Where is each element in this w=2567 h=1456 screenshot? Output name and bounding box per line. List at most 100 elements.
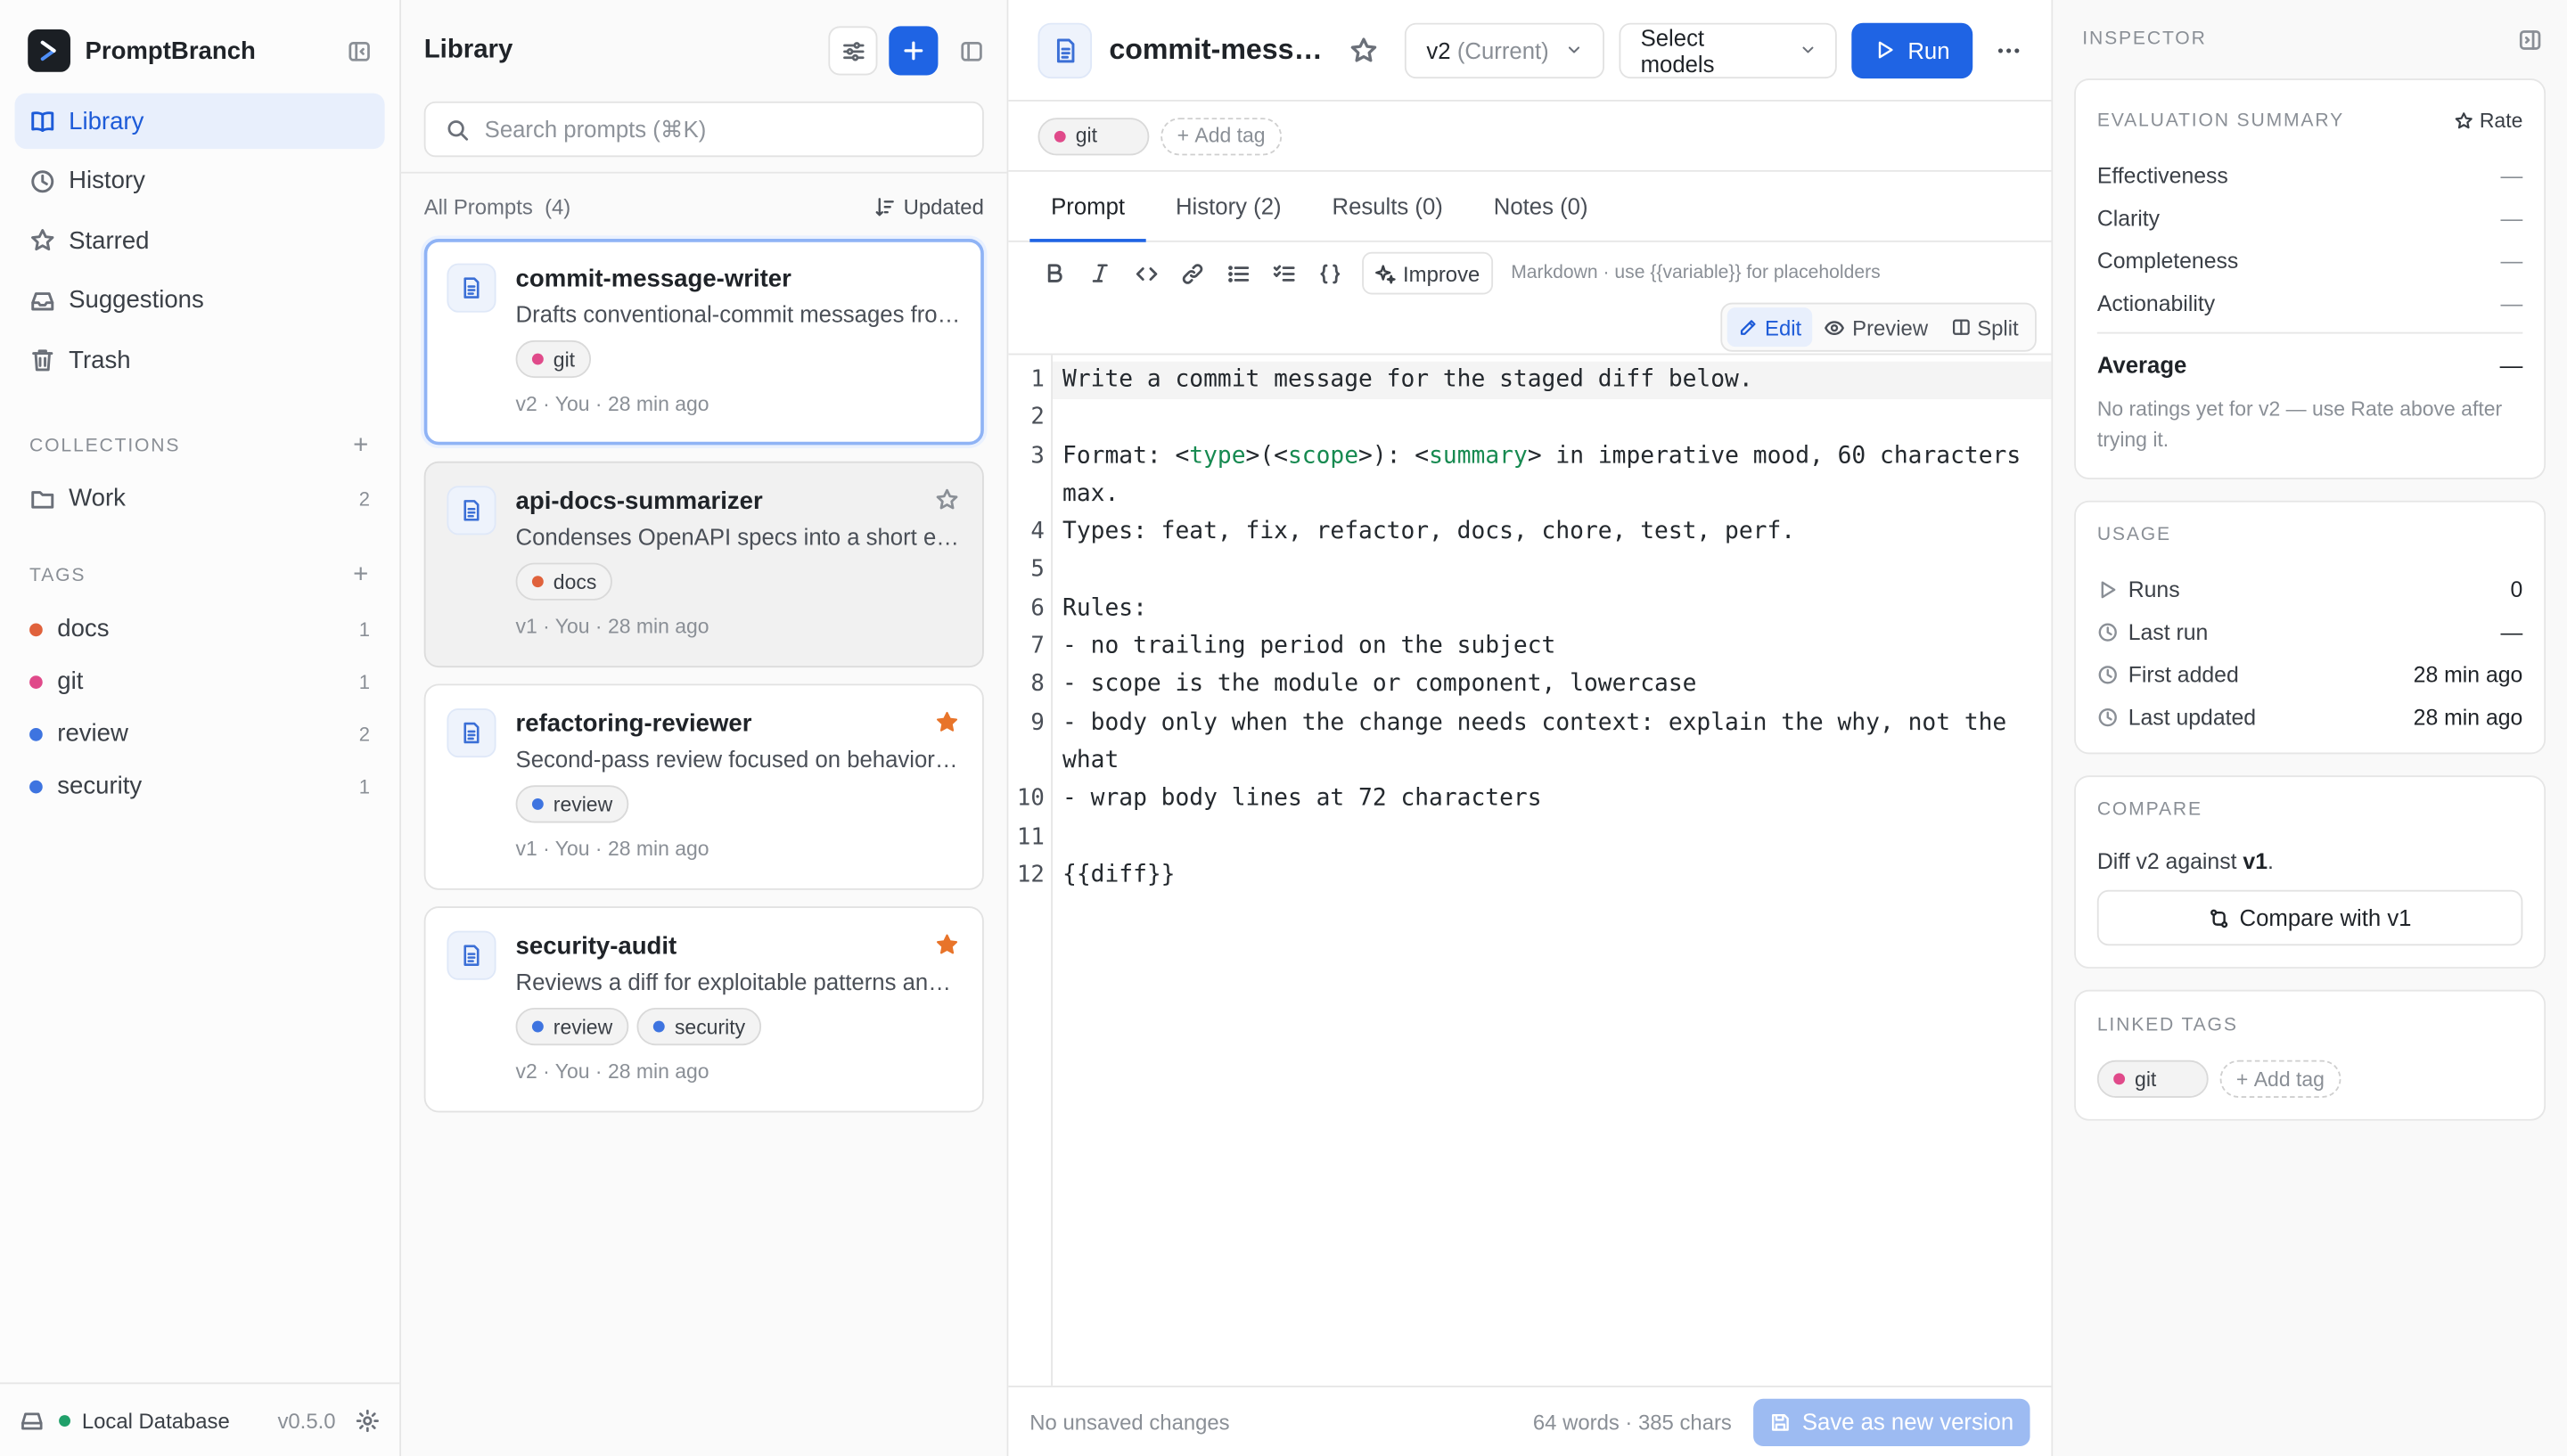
metric-value: — — [2500, 162, 2523, 188]
collection-work[interactable]: Work 2 — [0, 472, 399, 525]
clock-icon — [2098, 708, 2117, 726]
braces-icon[interactable] — [1307, 250, 1352, 296]
collection-work-label: Work — [69, 484, 126, 512]
tab-history[interactable]: History (2) — [1154, 172, 1302, 241]
bullet-list-icon[interactable] — [1215, 250, 1260, 296]
models-select[interactable]: Select models — [1619, 21, 1838, 78]
nav-suggestions-label: Suggestions — [69, 286, 204, 315]
new-prompt-button[interactable] — [889, 26, 939, 76]
card-title: commit-message-writer — [515, 265, 791, 293]
add-tag-button[interactable]: + — [353, 561, 370, 588]
checklist-icon[interactable] — [1260, 250, 1306, 296]
code-editor[interactable]: 1 2 3 4 5 6 7 8 9 10 11 12 Write a commi… — [1008, 355, 2052, 1386]
tags-heading: TAGS + — [0, 557, 399, 593]
inspector-title: INSPECTOR — [2082, 29, 2207, 50]
tag-chip[interactable]: review — [515, 785, 629, 823]
line-number: 8 — [1030, 671, 1045, 698]
star-filled-icon[interactable] — [935, 933, 960, 958]
main-nav: Library History Starred Suggestions Tras… — [0, 93, 399, 388]
tag-chip-label: git — [1075, 124, 1097, 148]
save-label: Save as new version — [1801, 1408, 2014, 1436]
tag-chip[interactable]: git — [2096, 1059, 2209, 1098]
card-description: Second-pass review focused on behavior c… — [515, 746, 962, 773]
view-mode-group: Edit Preview Split — [1720, 302, 2037, 352]
line-number: 12 — [1016, 862, 1045, 888]
add-tag-chip[interactable]: + Add tag — [1160, 117, 1282, 155]
tab-results[interactable]: Results (0) — [1311, 172, 1464, 241]
sidebar-collapse-icon[interactable] — [347, 38, 372, 63]
search-input[interactable] — [484, 116, 963, 143]
nav-history[interactable]: History — [15, 153, 385, 209]
clock-icon — [2098, 665, 2117, 683]
prompt-card[interactable]: security-audit Reviews a diff for exploi… — [423, 906, 984, 1113]
star-outline-icon[interactable] — [1349, 35, 1379, 64]
compare-text: Diff v2 against v1. — [2096, 847, 2274, 873]
gear-icon[interactable] — [356, 1408, 381, 1433]
nav-trash-label: Trash — [69, 346, 131, 374]
tag-chip[interactable]: review — [515, 1007, 629, 1046]
collections-heading-label: COLLECTIONS — [29, 436, 181, 456]
bold-icon[interactable] — [1031, 250, 1077, 296]
nav-suggestions[interactable]: Suggestions — [15, 273, 385, 328]
filter-button[interactable] — [828, 26, 878, 76]
tag-chip-label: review — [553, 792, 613, 816]
tag-chip[interactable]: git — [1037, 117, 1150, 155]
star-outline-icon[interactable] — [935, 487, 960, 512]
sidebar-tag-security[interactable]: security 1 — [0, 760, 399, 813]
chevron-down-icon — [1569, 46, 1580, 53]
editor-tabs: Prompt History (2) Results (0) Notes (0) — [1008, 172, 2052, 242]
play-icon — [2101, 580, 2116, 598]
tag-chip[interactable]: security — [636, 1007, 762, 1046]
prompt-card[interactable]: api-docs-summarizer Condenses OpenAPI sp… — [423, 461, 984, 668]
run-button[interactable]: Run — [1851, 21, 1973, 78]
save-version-button[interactable]: Save as new version — [1752, 1397, 2030, 1446]
tag-chip[interactable]: docs — [515, 562, 613, 601]
line-number: 2 — [1030, 405, 1045, 431]
prompt-card[interactable]: commit-message-writer Drafts conventiona… — [423, 239, 984, 446]
eval-title: EVALUATION SUMMARY — [2096, 110, 2345, 131]
collapse-inspector-icon[interactable] — [2518, 27, 2543, 52]
sidebar-tag-git[interactable]: git 1 — [0, 655, 399, 708]
prompt-title[interactable]: commit-message-writer — [1109, 33, 1326, 68]
nav-trash[interactable]: Trash — [15, 332, 385, 388]
sidebar-tag-review[interactable]: review 2 — [0, 708, 399, 760]
save-icon — [1771, 1413, 1789, 1430]
list-label: All Prompts — [423, 193, 533, 219]
book-icon — [31, 111, 54, 132]
star-filled-icon[interactable] — [935, 710, 960, 735]
italic-icon[interactable] — [1078, 250, 1123, 296]
add-collection-button[interactable]: + — [353, 432, 370, 459]
rate-button[interactable]: Rate — [2453, 110, 2522, 133]
sort-button[interactable]: Updated — [874, 194, 984, 218]
word-char-count: 64 words · 385 chars — [1532, 1409, 1732, 1435]
search-icon — [447, 119, 469, 140]
mode-split[interactable]: Split — [1940, 307, 2030, 347]
improve-button[interactable]: Improve — [1362, 251, 1494, 295]
linked-tags-list: git + Add tag — [2096, 1059, 2523, 1098]
tab-prompt[interactable]: Prompt — [1029, 172, 1147, 242]
mode-edit[interactable]: Edit — [1726, 307, 1814, 348]
collapse-library-icon[interactable] — [959, 38, 984, 63]
nav-starred[interactable]: Starred — [15, 213, 385, 268]
code-lines: Write a commit message for the staged di… — [1052, 355, 2052, 1386]
prompt-card[interactable]: refactoring-reviewer Second-pass review … — [423, 683, 984, 890]
add-tag-chip[interactable]: + Add tag — [2219, 1059, 2341, 1098]
mode-preview[interactable]: Preview — [1813, 307, 1940, 347]
tag-chip[interactable]: git — [515, 339, 592, 379]
link-icon[interactable] — [1169, 250, 1214, 296]
card-tags: git — [515, 339, 960, 379]
sidebar-tag-docs[interactable]: docs 1 — [0, 603, 399, 656]
star-icon — [2454, 112, 2472, 129]
compare-button[interactable]: Compare with v1 — [2096, 889, 2523, 946]
version-select[interactable]: v2 (Current) — [1405, 21, 1605, 78]
mode-split-label: Split — [1977, 315, 2019, 339]
more-options-icon[interactable] — [1996, 37, 2022, 62]
tab-notes[interactable]: Notes (0) — [1472, 172, 1610, 241]
tag-chip-label: review — [553, 1015, 613, 1038]
tag-chip-label: security — [674, 1015, 746, 1038]
nav-starred-label: Starred — [69, 226, 150, 255]
code-icon[interactable] — [1123, 250, 1169, 296]
line-number: 7 — [1030, 633, 1045, 660]
nav-library[interactable]: Library — [14, 93, 385, 150]
